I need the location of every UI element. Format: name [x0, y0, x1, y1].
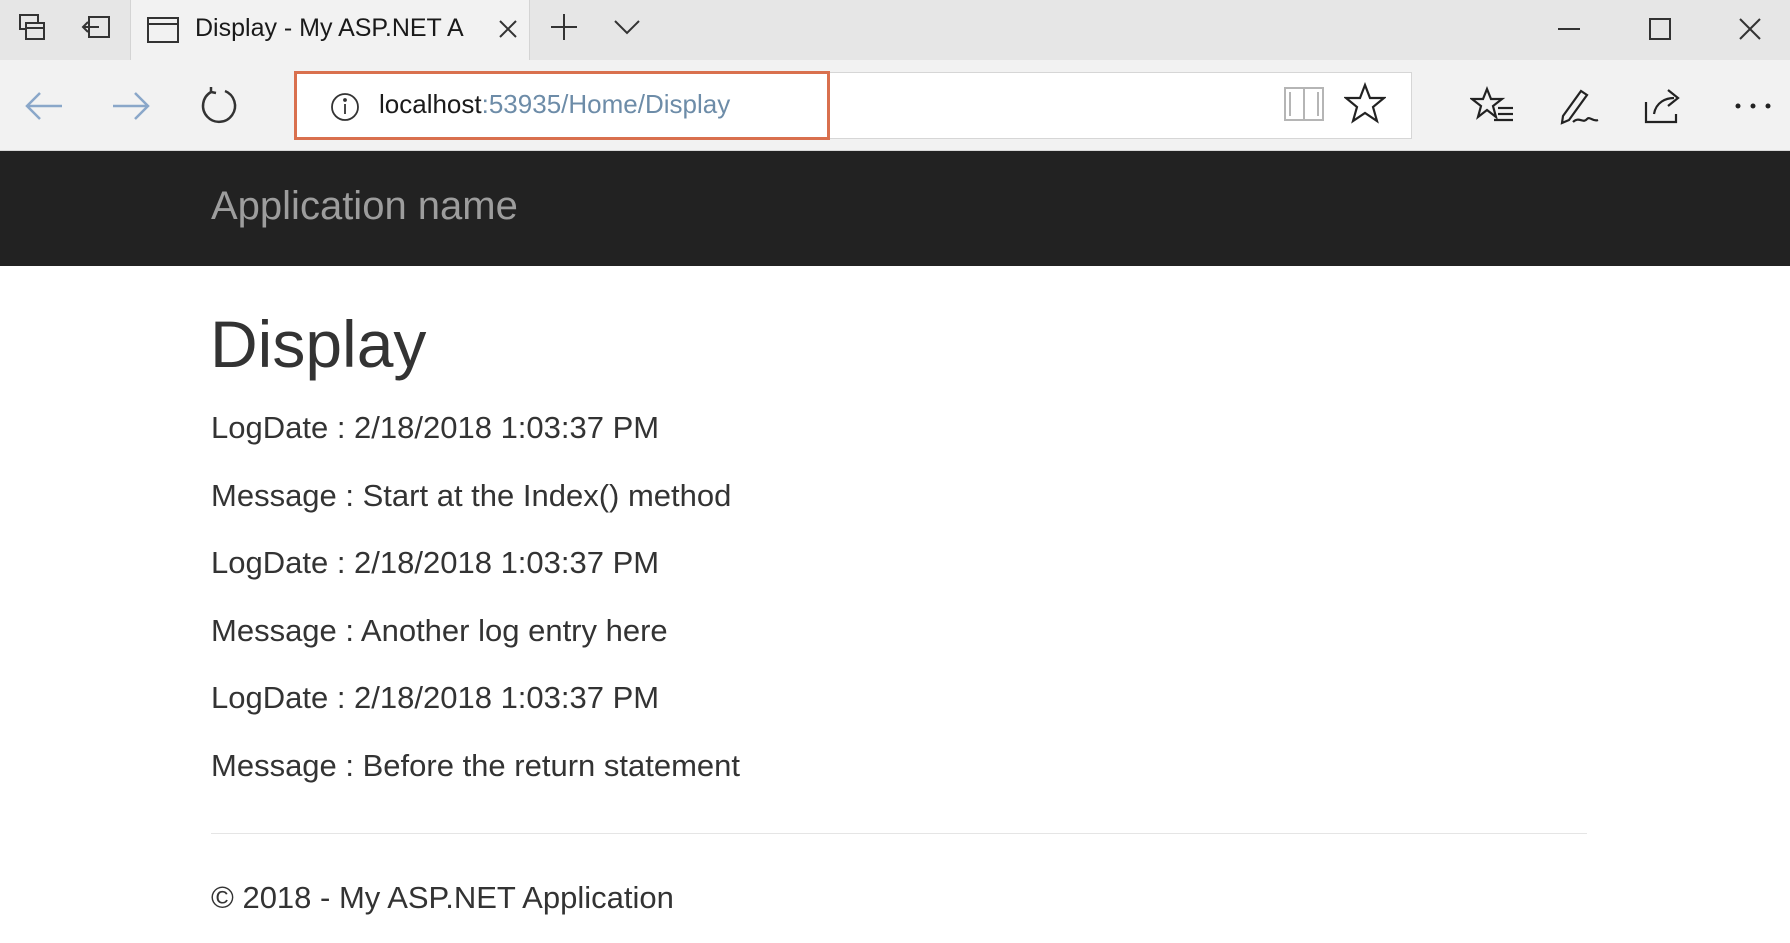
page-title: Display	[210, 307, 427, 381]
tab-preview-button[interactable]	[598, 0, 656, 58]
more-icon	[1735, 103, 1771, 109]
forward-button[interactable]	[101, 78, 161, 134]
tabs-aside-icon	[18, 13, 46, 46]
share-icon	[1644, 89, 1680, 124]
minimize-icon	[1558, 28, 1580, 30]
log-message-line: Message : Start at the Index() method	[211, 477, 732, 513]
minimize-button[interactable]	[1524, 0, 1614, 58]
plus-icon	[550, 13, 578, 46]
close-icon	[1739, 18, 1761, 40]
tab-title: Display - My ASP.NET A	[195, 14, 464, 42]
maximize-icon	[1649, 18, 1671, 40]
tab-manager-button[interactable]	[3, 0, 61, 58]
app-name-link[interactable]: Application name	[211, 184, 518, 229]
refresh-button[interactable]	[189, 78, 249, 134]
info-icon[interactable]	[330, 92, 360, 127]
tab-strip: Display - My ASP.NET A	[0, 0, 1790, 61]
close-icon	[499, 20, 517, 38]
back-button[interactable]	[14, 78, 74, 134]
star-icon	[1342, 81, 1388, 124]
close-window-button[interactable]	[1705, 0, 1790, 58]
web-notes-button[interactable]	[1549, 78, 1609, 134]
reading-view-button[interactable]	[1284, 86, 1324, 127]
arrow-left-icon	[25, 92, 62, 120]
address-url[interactable]: localhost:53935/Home/Display	[379, 89, 730, 120]
log-message-line: Message : Another log entry here	[211, 612, 668, 648]
url-host: localhost	[379, 89, 482, 119]
set-aside-icon	[81, 14, 111, 45]
url-path: :53935/Home/Display	[481, 89, 731, 119]
chevron-down-icon	[614, 19, 640, 40]
browser-toolbar: localhost:53935/Home/Display	[0, 60, 1790, 151]
site-navbar: Application name	[0, 151, 1790, 266]
log-date-line: LogDate : 2/18/2018 1:03:37 PM	[211, 680, 660, 715]
footer-divider	[211, 833, 1587, 834]
footer-text: © 2018 - My ASP.NET Application	[211, 880, 674, 915]
log-date-line: LogDate : 2/18/2018 1:03:37 PM	[211, 545, 660, 580]
add-favorite-button[interactable]	[1342, 81, 1388, 129]
log-date-line: LogDate : 2/18/2018 1:03:37 PM	[211, 410, 660, 445]
book-icon	[1284, 87, 1324, 121]
favorites-list-icon	[1470, 86, 1513, 122]
share-button[interactable]	[1634, 78, 1694, 134]
favorites-hub-button[interactable]	[1462, 78, 1522, 134]
more-button[interactable]	[1723, 78, 1783, 134]
maximize-button[interactable]	[1615, 0, 1705, 58]
active-tab[interactable]: Display - My ASP.NET A	[130, 0, 530, 61]
refresh-icon	[201, 87, 237, 124]
set-aside-tabs-button[interactable]	[67, 0, 125, 58]
pen-icon	[1560, 89, 1599, 125]
log-entries: LogDate : 2/18/2018 1:03:37 PM Message :…	[211, 405, 740, 810]
arrow-right-icon	[113, 92, 150, 120]
log-message-line: Message : Before the return statement	[211, 747, 740, 783]
new-tab-button[interactable]	[535, 0, 593, 58]
close-tab-button[interactable]	[493, 14, 523, 44]
page-icon	[147, 17, 179, 48]
